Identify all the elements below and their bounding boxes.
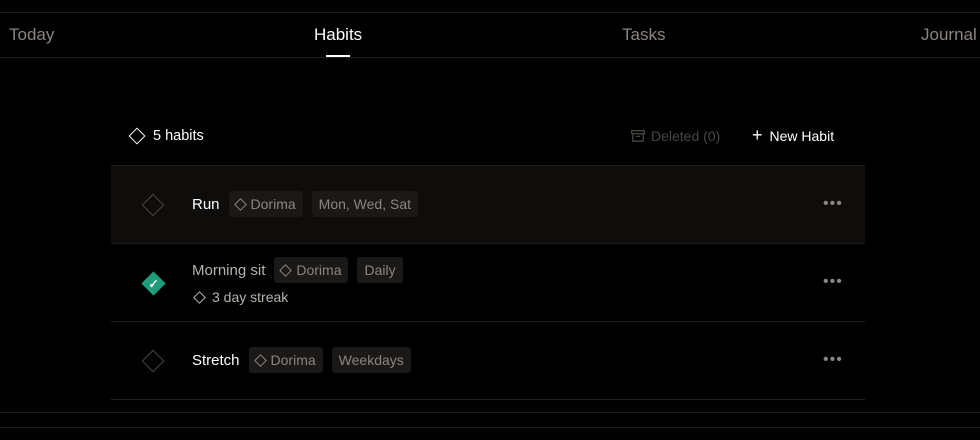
check-icon: ✓ <box>148 276 159 291</box>
habit-row-run[interactable]: Run Dorima Mon, Wed, Sat ••• <box>111 166 865 244</box>
habit-tag-chip[interactable]: Dorima <box>248 347 323 373</box>
new-habit-button[interactable]: + New Habit <box>752 110 834 161</box>
habit-tag-chip[interactable]: Dorima <box>228 191 303 217</box>
new-habit-label: New Habit <box>769 127 835 144</box>
habit-checkbox[interactable] <box>141 349 165 373</box>
habit-streak-label: 3 day streak <box>212 289 289 305</box>
habit-line: Run Dorima Mon, Wed, Sat <box>192 191 418 217</box>
habit-schedule-chip[interactable]: Weekdays <box>331 347 411 373</box>
tab-today[interactable]: Today <box>9 13 54 57</box>
habit-row-morning-sit[interactable]: ✓ Morning sit Dorima Daily 3 day streak … <box>111 244 865 322</box>
habits-header: 5 habits Deleted (0) + New Habit <box>111 110 865 166</box>
more-options-button[interactable]: ••• <box>823 274 843 290</box>
tab-habits[interactable]: Habits <box>314 13 362 57</box>
deleted-label: Deleted (0) <box>651 127 721 144</box>
bottom-divider <box>0 427 980 428</box>
more-options-button[interactable]: ••• <box>823 352 843 368</box>
tab-tasks[interactable]: Tasks <box>622 13 665 57</box>
deleted-button[interactable]: Deleted (0) <box>631 110 720 161</box>
habit-checkbox[interactable] <box>141 193 165 217</box>
habits-panel: 5 habits Deleted (0) + New Habit Run Dor… <box>111 110 865 400</box>
plus-icon: + <box>752 124 763 145</box>
diamond-icon <box>253 353 267 367</box>
tab-journal[interactable]: Journal <box>921 13 977 57</box>
habit-schedule-chip[interactable]: Daily <box>357 257 403 283</box>
habit-tag-chip[interactable]: Dorima <box>274 257 349 283</box>
habit-title: Morning sit <box>192 261 266 279</box>
habit-count: 5 habits <box>128 110 204 161</box>
habit-line: Morning sit Dorima Daily <box>192 257 403 283</box>
habit-title: Stretch <box>192 351 240 369</box>
habit-line: Stretch Dorima Weekdays <box>192 347 411 373</box>
habit-schedule-chip[interactable]: Mon, Wed, Sat <box>311 191 418 217</box>
habit-streak: 3 day streak <box>193 289 289 305</box>
bottom-divider <box>0 412 980 413</box>
habit-count-label: 5 habits <box>153 127 204 144</box>
diamond-icon <box>193 290 206 304</box>
habit-row-stretch[interactable]: Stretch Dorima Weekdays ••• <box>111 322 865 400</box>
diamond-icon <box>233 197 247 211</box>
more-options-button[interactable]: ••• <box>823 196 843 212</box>
diamond-icon <box>128 127 146 144</box>
tab-bar: Today Habits Tasks Journal <box>0 13 980 58</box>
habit-tag-label: Dorima <box>250 196 296 212</box>
habit-title: Run <box>192 195 220 213</box>
habit-checkbox-checked[interactable]: ✓ <box>141 271 166 296</box>
diamond-icon <box>279 263 293 277</box>
archive-icon <box>631 129 645 142</box>
habit-tag-label: Dorima <box>270 352 316 368</box>
habit-tag-label: Dorima <box>296 262 342 278</box>
